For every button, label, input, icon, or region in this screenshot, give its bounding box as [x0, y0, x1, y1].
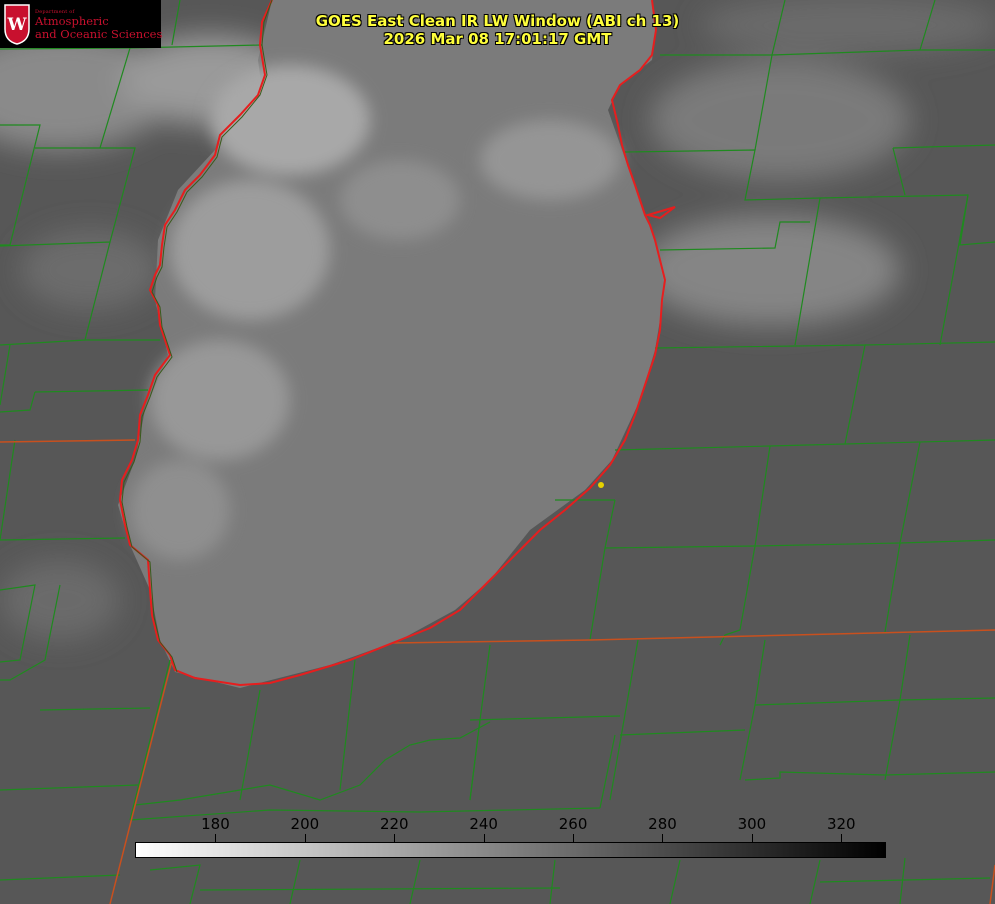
colorbar-tick-label: 280: [648, 815, 677, 833]
image-timestamp: 2026 Mar 08 17:01:17 GMT: [383, 30, 612, 48]
temperature-colorbar: [135, 842, 886, 858]
colorbar-tick-label: 180: [201, 815, 230, 833]
satellite-map: [0, 0, 995, 904]
image-title: GOES East Clean IR LW Window (ABI ch 13): [315, 12, 680, 30]
colorbar-tick-mark: [215, 834, 217, 842]
colorbar-tick-label: 260: [558, 815, 588, 833]
colorbar-tick-mark: [751, 834, 753, 842]
colorbar-tick-label: 240: [469, 815, 498, 833]
colorbar-tick-mark: [483, 834, 485, 842]
colorbar-tick-mark: [573, 834, 575, 842]
colorbar-tick-label: 200: [290, 815, 320, 833]
station-marker: [598, 482, 604, 488]
satellite-image-viewer: W Department of Atmospheric and Oceanic …: [0, 0, 995, 904]
colorbar-tick-label: 320: [826, 815, 856, 833]
colorbar-tick-label: 300: [737, 815, 767, 833]
colorbar-tick-mark: [662, 834, 664, 842]
colorbar-tick-mark: [841, 834, 843, 842]
colorbar-tick-label: 220: [379, 815, 409, 833]
colorbar-tick-mark: [304, 834, 306, 842]
colorbar-tick-mark: [394, 834, 396, 842]
